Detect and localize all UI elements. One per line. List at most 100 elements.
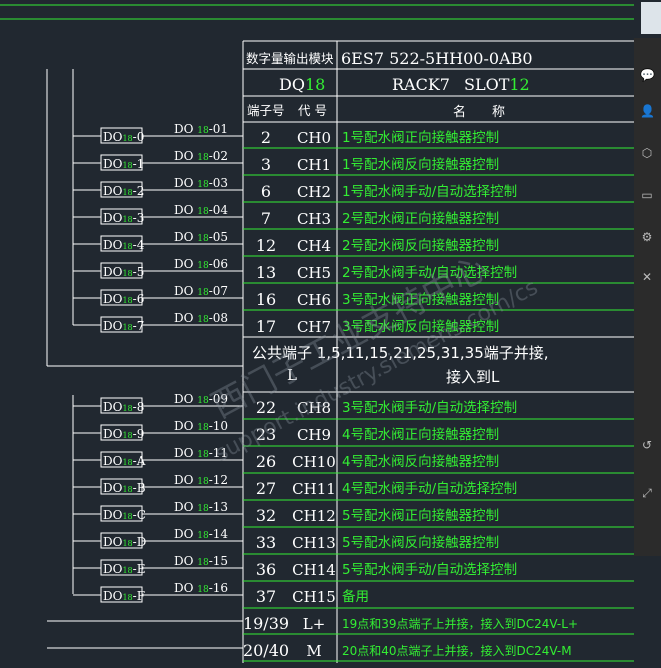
signal-label: DO 18-06 (174, 257, 228, 271)
output-block-label: DO18-F (103, 589, 145, 603)
channel-code: CH14 (292, 561, 336, 579)
terminal-number: 2 (261, 128, 271, 147)
side-toolbar: 💬 👤 ⬡ ▭ ⚙ ✕ ↺ ⤢ (634, 38, 661, 556)
folder-icon[interactable]: ▭ (640, 188, 654, 202)
channel-name: 4号配水阀反向接触器控制 (342, 453, 499, 470)
channel-code: CH6 (297, 291, 331, 309)
channel-code: CH15 (292, 588, 336, 606)
channel-code: CH13 (292, 534, 336, 552)
terminal-number: 37 (256, 587, 276, 606)
terminal-number: 26 (256, 452, 276, 471)
channel-name: 1号配水阀手动/自动选择控制 (342, 184, 517, 200)
terminal-number: 3 (261, 155, 271, 174)
channel-code: CH10 (292, 453, 336, 471)
channel-code: CH3 (297, 210, 331, 228)
output-block-label: DO18-9 (103, 427, 144, 441)
output-block-label: DO18-6 (103, 292, 144, 306)
channel-code: CH5 (297, 264, 331, 282)
dq-number: 18 (305, 75, 325, 94)
slot-label: SLOT12 (464, 75, 530, 94)
column-name: 名 称 (453, 104, 505, 120)
channel-name: 4号配水阀正向接触器控制 (342, 426, 499, 443)
expand-icon[interactable]: ⤢ (640, 486, 654, 500)
output-block-label: DO18-3 (103, 211, 144, 225)
channel-code: CH11 (292, 480, 336, 498)
channel-name: 4号配水阀手动/自动选择控制 (342, 481, 517, 497)
output-block-label: DO18-8 (103, 400, 144, 414)
output-block-label: DO18-0 (103, 130, 144, 144)
channel-code: CH9 (297, 426, 331, 444)
signal-label: DO 18-04 (174, 203, 228, 217)
terminal-number: 20/40 (243, 641, 289, 660)
signal-label: DO 18-03 (174, 176, 228, 190)
user-icon[interactable]: 👤 (640, 104, 655, 118)
terminal-number: 17 (256, 317, 276, 336)
channel-code: CH0 (297, 129, 331, 147)
terminal-number: 19/39 (243, 614, 289, 633)
channel-name: 1号配水阀反向接触器控制 (342, 156, 499, 173)
channel-name: 5号配水阀正向接触器控制 (342, 507, 499, 524)
frame-lines (0, 4, 634, 20)
terminal-number: 7 (261, 209, 271, 228)
common-note-line2: 接入到L (446, 368, 500, 386)
signal-label: DO 18-02 (174, 149, 228, 163)
channel-code: CH2 (297, 183, 331, 201)
output-block-label: DO18-E (103, 562, 145, 576)
avatar[interactable] (641, 2, 661, 34)
dq-label: DQ18 (279, 75, 325, 94)
output-block-label: DO18-C (103, 508, 146, 522)
channel-code: CH12 (292, 507, 336, 525)
output-block-label: DO18-1 (103, 157, 144, 171)
terminal-number: 16 (256, 290, 276, 309)
part-number: 6ES7 522-5HH00-0AB0 (341, 49, 533, 68)
terminal-number: 33 (256, 533, 276, 552)
signal-label: DO 18-12 (174, 473, 228, 487)
cad-drawing: 数字量输出模块 6ES7 522-5HH00-0AB0 DQ18 RACK7 S… (0, 4, 634, 663)
link-icon[interactable]: ↺ (640, 438, 654, 452)
settings-icon[interactable]: ⚙ (640, 230, 654, 244)
channel-name: 3号配水阀手动/自动选择控制 (342, 400, 517, 416)
channel-code: CH4 (297, 237, 331, 255)
column-code: 代 号 (298, 103, 327, 118)
signal-label: DO 18-15 (174, 554, 228, 568)
terminal-number: 32 (256, 506, 276, 525)
signal-label: DO 18-13 (174, 500, 228, 514)
slot-prefix: SLOT (464, 75, 510, 94)
terminal-number: 12 (256, 236, 276, 255)
channel-name: 20点和40点端子上并接，接入到DC24V-M (342, 643, 572, 658)
channel-code: CH1 (297, 156, 331, 174)
output-block-label: DO18-2 (103, 184, 144, 198)
signal-label: DO 18-05 (174, 230, 228, 244)
terminal-number: 13 (256, 263, 276, 282)
output-block-label: DO18-A (103, 454, 146, 468)
chat-icon[interactable]: 💬 (640, 68, 655, 82)
channel-name: 19点和39点端子上并接，接入到DC24V-L+ (342, 616, 578, 631)
rack-label: RACK7 (392, 75, 450, 94)
channel-code: L+ (303, 615, 326, 633)
output-block-label: DO18-B (103, 481, 146, 495)
output-block-label: DO18-4 (103, 238, 145, 252)
output-block-label: DO18-D (103, 535, 146, 549)
channel-name: 5号配水阀反向接触器控制 (342, 534, 499, 551)
terminal-number: 36 (256, 560, 276, 579)
module-label: 数字量输出模块 (246, 51, 334, 66)
channel-name: 5号配水阀手动/自动选择控制 (342, 562, 517, 578)
column-terminal: 端子号 (247, 103, 285, 118)
signal-label: DO 18-14 (174, 527, 228, 541)
terminal-number: 6 (261, 182, 271, 201)
dq-prefix: DQ (279, 75, 305, 94)
signal-label: DO 18-01 (174, 122, 228, 136)
channel-code: M (306, 642, 321, 660)
signal-label: DO 18-08 (174, 311, 228, 325)
share-icon[interactable]: ✕ (640, 270, 654, 284)
output-block-label: DO18-7 (103, 319, 144, 333)
terminal-number: 27 (256, 479, 276, 498)
channel-name: 2号配水阀正向接触器控制 (342, 210, 499, 227)
signal-label: DO 18-16 (174, 581, 228, 595)
output-block-label: DO18-5 (103, 265, 144, 279)
cube-icon[interactable]: ⬡ (640, 146, 654, 160)
signal-label: DO 18-07 (174, 284, 228, 298)
channel-name: 1号配水阀正向接触器控制 (342, 129, 499, 146)
slot-number: 12 (509, 75, 529, 94)
channel-name: 备用 (342, 588, 369, 605)
